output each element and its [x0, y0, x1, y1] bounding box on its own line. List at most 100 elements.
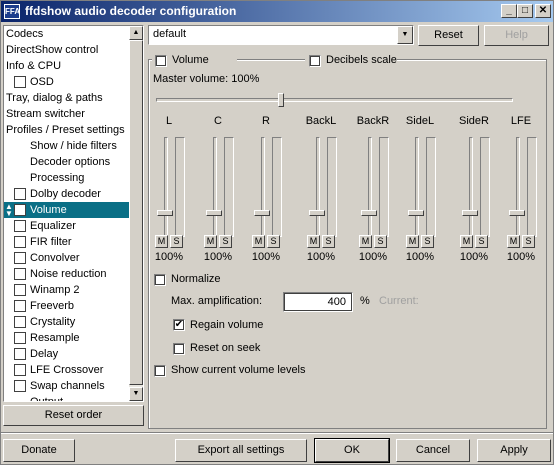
sidebar-item[interactable]: Show / hide filters — [4, 138, 130, 154]
solo-button[interactable]: S — [475, 235, 488, 248]
volume-enable-checkbox[interactable] — [155, 55, 167, 67]
channel-slider-thumb[interactable] — [408, 210, 424, 216]
sidebar-item[interactable]: Output — [4, 394, 130, 401]
sidebar-item[interactable]: Profiles / Preset settings — [4, 122, 130, 138]
sidebar-item[interactable]: Crystality — [4, 314, 130, 330]
reset-button[interactable]: Reset — [418, 25, 479, 46]
channel-volume-slider[interactable] — [469, 137, 473, 237]
sidebar-item[interactable]: Processing — [4, 170, 130, 186]
sidebar-item[interactable]: Info & CPU — [4, 58, 130, 74]
mute-button[interactable]: M — [307, 235, 320, 248]
decibels-scale-checkbox[interactable] — [309, 55, 321, 67]
scroll-down-icon[interactable]: ▼ — [129, 387, 143, 401]
sidebar-item[interactable]: Equalizer — [4, 218, 130, 234]
sidebar-item-checkbox[interactable] — [14, 268, 26, 280]
sidebar-item-checkbox[interactable] — [14, 252, 26, 264]
solo-button[interactable]: S — [219, 235, 232, 248]
sidebar-item-checkbox[interactable] — [14, 316, 26, 328]
sidebar-item-checkbox[interactable] — [14, 300, 26, 312]
channel-slider-thumb[interactable] — [254, 210, 270, 216]
sidebar-item-checkbox[interactable] — [14, 220, 26, 232]
sidebar-item[interactable]: Dolby decoder — [4, 186, 130, 202]
master-volume-slider[interactable] — [156, 98, 513, 102]
sidebar-item[interactable]: Convolver — [4, 250, 130, 266]
title-bar[interactable]: FFA ffdshow audio decoder configuration … — [1, 1, 553, 22]
reorder-arrows-icon[interactable]: ▲ ▼ — [5, 203, 13, 218]
maximize-button[interactable]: □ — [517, 4, 533, 18]
mute-button[interactable]: M — [406, 235, 419, 248]
apply-button[interactable]: Apply — [477, 439, 551, 462]
reset-on-seek-checkbox[interactable] — [173, 343, 185, 355]
solo-button[interactable]: S — [421, 235, 434, 248]
sidebar-item[interactable]: Decoder options — [4, 154, 130, 170]
sidebar-item-label: Show / hide filters — [30, 140, 117, 152]
mute-button[interactable]: M — [460, 235, 473, 248]
sidebar-item[interactable]: Freeverb — [4, 298, 130, 314]
sidebar-item-checkbox[interactable] — [14, 284, 26, 296]
scroll-up-icon[interactable]: ▲ — [129, 26, 143, 40]
sidebar-item-checkbox[interactable] — [14, 332, 26, 344]
sidebar-item[interactable]: Delay — [4, 346, 130, 362]
channel-volume-slider[interactable] — [316, 137, 320, 237]
sidebar-item[interactable]: ▲ ▼ Volume — [4, 202, 130, 218]
sidebar-item[interactable]: Swap channels — [4, 378, 130, 394]
sidebar-item-checkbox[interactable] — [14, 364, 26, 376]
sidebar-item[interactable]: Stream switcher — [4, 106, 130, 122]
channel-volume-slider[interactable] — [261, 137, 265, 237]
sidebar-item[interactable]: DirectShow control — [4, 42, 130, 58]
sidebar-item-checkbox[interactable] — [14, 348, 26, 360]
channel-slider-thumb[interactable] — [509, 210, 525, 216]
solo-button[interactable]: S — [322, 235, 335, 248]
sidebar-item[interactable]: LFE Crossover — [4, 362, 130, 378]
solo-button[interactable]: S — [522, 235, 535, 248]
mute-button[interactable]: M — [155, 235, 168, 248]
channel-volume-slider[interactable] — [516, 137, 520, 237]
sidebar-item[interactable]: Resample — [4, 330, 130, 346]
minimize-button[interactable]: _ — [501, 4, 517, 18]
channel-volume-slider[interactable] — [368, 137, 372, 237]
master-volume-thumb[interactable] — [278, 93, 284, 107]
channel-volume-slider[interactable] — [213, 137, 217, 237]
scroll-thumb[interactable] — [129, 40, 143, 385]
sidebar-item-checkbox[interactable] — [14, 380, 26, 392]
ok-button[interactable]: OK — [314, 438, 390, 463]
channel-slider-thumb[interactable] — [462, 210, 478, 216]
max-amplification-input[interactable]: 400 — [283, 292, 353, 312]
preset-dropdown[interactable]: default ▼ — [148, 25, 414, 45]
channel-slider-thumb[interactable] — [157, 210, 173, 216]
donate-button[interactable]: Donate — [3, 439, 75, 462]
channel-volume-slider[interactable] — [415, 137, 419, 237]
sidebar-item[interactable]: Codecs — [4, 26, 130, 42]
channel-slider-thumb[interactable] — [206, 210, 222, 216]
sidebar-item-checkbox[interactable] — [14, 188, 26, 200]
solo-button[interactable]: S — [170, 235, 183, 248]
mute-button[interactable]: M — [252, 235, 265, 248]
mute-button[interactable]: M — [507, 235, 520, 248]
channel-slider-thumb[interactable] — [361, 210, 377, 216]
mute-button[interactable]: M — [359, 235, 372, 248]
channel-volume-slider[interactable] — [164, 137, 168, 237]
filter-list[interactable]: Codecs DirectShow control Info & CPU OSD Tra… — [3, 25, 144, 402]
sidebar-item-checkbox[interactable] — [14, 236, 26, 248]
regain-volume-checkbox[interactable]: ✔ — [173, 319, 185, 331]
close-button[interactable]: ✕ — [535, 4, 551, 18]
sidebar-item[interactable]: Tray, dialog & paths — [4, 90, 130, 106]
solo-button[interactable]: S — [374, 235, 387, 248]
normalize-checkbox[interactable] — [154, 274, 166, 286]
cancel-button[interactable]: Cancel — [396, 439, 470, 462]
sidebar-item[interactable]: OSD — [4, 74, 130, 90]
sidebar-item[interactable]: FIR filter — [4, 234, 130, 250]
sidebar-item-checkbox[interactable] — [14, 76, 26, 88]
sidebar-item[interactable]: Noise reduction — [4, 266, 130, 282]
list-scrollbar[interactable]: ▲ ▼ — [129, 26, 143, 401]
sidebar-item[interactable]: Winamp 2 — [4, 282, 130, 298]
solo-button[interactable]: S — [267, 235, 280, 248]
reset-order-button[interactable]: Reset order — [3, 405, 144, 426]
show-levels-checkbox[interactable] — [154, 365, 166, 377]
help-button[interactable]: Help — [484, 25, 549, 46]
chevron-down-icon[interactable]: ▼ — [397, 26, 413, 44]
mute-button[interactable]: M — [204, 235, 217, 248]
sidebar-item-checkbox[interactable] — [14, 204, 26, 216]
export-settings-button[interactable]: Export all settings — [175, 439, 307, 462]
channel-slider-thumb[interactable] — [309, 210, 325, 216]
